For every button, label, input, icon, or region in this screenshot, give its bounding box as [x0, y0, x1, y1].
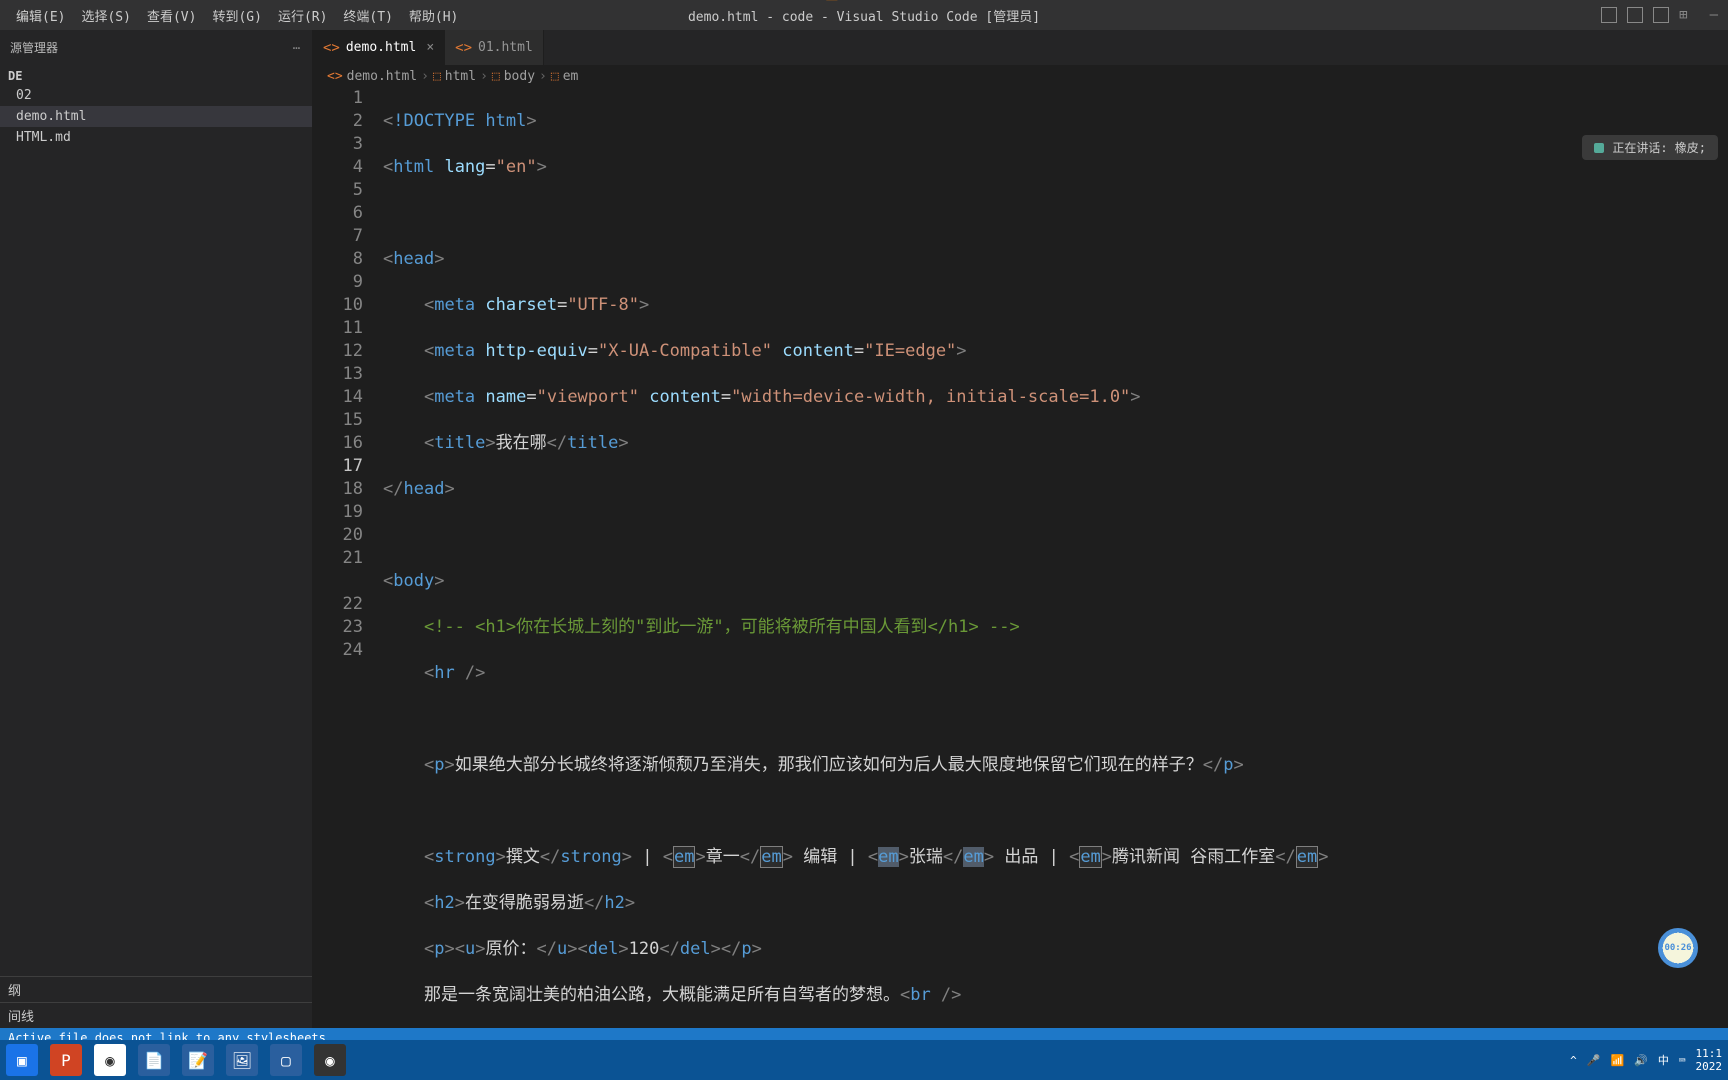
breadcrumb-file[interactable]: demo.html — [347, 69, 417, 84]
editor-area: <> demo.html × <> 01.html <> demo.html ›… — [313, 30, 1728, 1028]
taskbar-obs-icon[interactable]: ◉ — [314, 1044, 346, 1076]
code-editor[interactable]: 1 2 3 4 5 6 7 8 9 10 11 12 13 14 15 16 1… — [313, 87, 1728, 1028]
main-menu: 编辑(E) 选择(S) 查看(V) 转到(G) 运行(R) 终端(T) 帮助(H… — [0, 2, 466, 29]
chevron-right-icon: › — [480, 69, 488, 84]
explorer-more-icon[interactable]: ⋯ — [293, 41, 302, 55]
file-item-demo[interactable]: demo.html — [0, 106, 312, 127]
mic-icon — [1594, 143, 1604, 153]
breadcrumb-body[interactable]: body — [504, 69, 535, 84]
speaking-label: 正在讲话: 橡皮; — [1612, 139, 1706, 156]
taskbar-app-icon[interactable]: ▢ — [270, 1044, 302, 1076]
tray-clock[interactable]: 11:1 2022 — [1696, 1047, 1723, 1073]
tencent-meeting-indicator: 📶 ● 腾讯会议 — [825, 0, 903, 2]
outline-section[interactable]: 纲 — [0, 976, 312, 1002]
symbol-icon: ⬚ — [551, 69, 559, 84]
timeline-section[interactable]: 间线 — [0, 1002, 312, 1028]
tab-demo-html[interactable]: <> demo.html × — [313, 30, 445, 65]
close-icon[interactable]: × — [426, 40, 434, 55]
tab-label: demo.html — [346, 40, 416, 55]
line-numbers: 1 2 3 4 5 6 7 8 9 10 11 12 13 14 15 16 1… — [313, 87, 383, 1028]
window-title: demo.html - code - Visual Studio Code [管… — [688, 6, 1040, 25]
layout-primary-icon[interactable] — [1601, 7, 1617, 23]
tray-mic-icon[interactable]: 🎤 — [1587, 1054, 1601, 1067]
breadcrumb-em[interactable]: em — [563, 69, 579, 84]
tray-ime[interactable]: 中 — [1658, 1052, 1669, 1068]
taskbar-notepad-icon[interactable]: 📄 — [138, 1044, 170, 1076]
file-item-02[interactable]: 02 — [0, 85, 312, 106]
code-content[interactable]: <!DOCTYPE html> <html lang="en"> <head> … — [383, 87, 1728, 1028]
titlebar-actions: ⊞ — — [1601, 7, 1718, 23]
tray-volume-icon[interactable]: 🔊 — [1634, 1054, 1648, 1067]
menu-view[interactable]: 查看(V) — [139, 2, 204, 29]
tab-label: 01.html — [478, 40, 533, 55]
tray-network-icon[interactable]: 📶 — [1610, 1054, 1624, 1067]
menu-goto[interactable]: 转到(G) — [204, 2, 269, 29]
chevron-right-icon: › — [539, 69, 547, 84]
html-file-icon: <> — [323, 40, 340, 56]
windows-taskbar: ▣ P ◉ 📄 📝 🖼 ▢ ◉ ^ 🎤 📶 🔊 中 ⌨ 11:1 2022 — [0, 1040, 1728, 1080]
minimize-icon[interactable]: — — [1710, 7, 1718, 23]
layout-customize-icon[interactable]: ⊞ — [1679, 7, 1687, 23]
layout-panel-icon[interactable] — [1627, 7, 1643, 23]
symbol-icon: ⬚ — [492, 69, 500, 84]
menu-terminal[interactable]: 终端(T) — [335, 2, 400, 29]
breadcrumb[interactable]: <> demo.html › ⬚ html › ⬚ body › ⬚ em — [313, 65, 1728, 87]
breadcrumb-html[interactable]: html — [445, 69, 476, 84]
taskbar-meeting-icon[interactable]: ▣ — [6, 1044, 38, 1076]
file-item-htmlmd[interactable]: HTML.md — [0, 127, 312, 148]
sidebar-explorer: 源管理器 ⋯ DE 02 demo.html HTML.md 纲 间线 — [0, 30, 313, 1028]
minimap[interactable] — [1698, 90, 1728, 1028]
timer-badge[interactable]: 00:26 — [1658, 928, 1698, 968]
taskbar-powerpoint-icon[interactable]: P — [50, 1044, 82, 1076]
menu-help[interactable]: 帮助(H) — [401, 2, 466, 29]
tab-bar: <> demo.html × <> 01.html — [313, 30, 1728, 65]
menu-edit[interactable]: 编辑(E) — [8, 2, 73, 29]
system-tray[interactable]: ^ 🎤 📶 🔊 中 ⌨ 11:1 2022 — [1570, 1047, 1722, 1073]
layout-secondary-icon[interactable] — [1653, 7, 1669, 23]
titlebar: 编辑(E) 选择(S) 查看(V) 转到(G) 运行(R) 终端(T) 帮助(H… — [0, 0, 1728, 30]
symbol-icon: ⬚ — [433, 69, 441, 84]
taskbar-wordpad-icon[interactable]: 📝 — [182, 1044, 214, 1076]
menu-run[interactable]: 运行(R) — [270, 2, 335, 29]
explorer-title: 源管理器 — [10, 39, 58, 56]
menu-select[interactable]: 选择(S) — [73, 2, 138, 29]
workspace-folder[interactable]: DE — [0, 67, 312, 85]
html-file-icon: <> — [327, 69, 343, 84]
chevron-right-icon: › — [421, 69, 429, 84]
tray-keyboard-icon[interactable]: ⌨ — [1679, 1054, 1686, 1067]
taskbar-chrome-icon[interactable]: ◉ — [94, 1044, 126, 1076]
tray-chevron-icon[interactable]: ^ — [1570, 1054, 1577, 1067]
html-file-icon: <> — [455, 40, 472, 56]
speaking-indicator: 正在讲话: 橡皮; — [1582, 135, 1718, 160]
tab-01-html[interactable]: <> 01.html — [445, 30, 544, 65]
taskbar-photos-icon[interactable]: 🖼 — [226, 1044, 258, 1076]
